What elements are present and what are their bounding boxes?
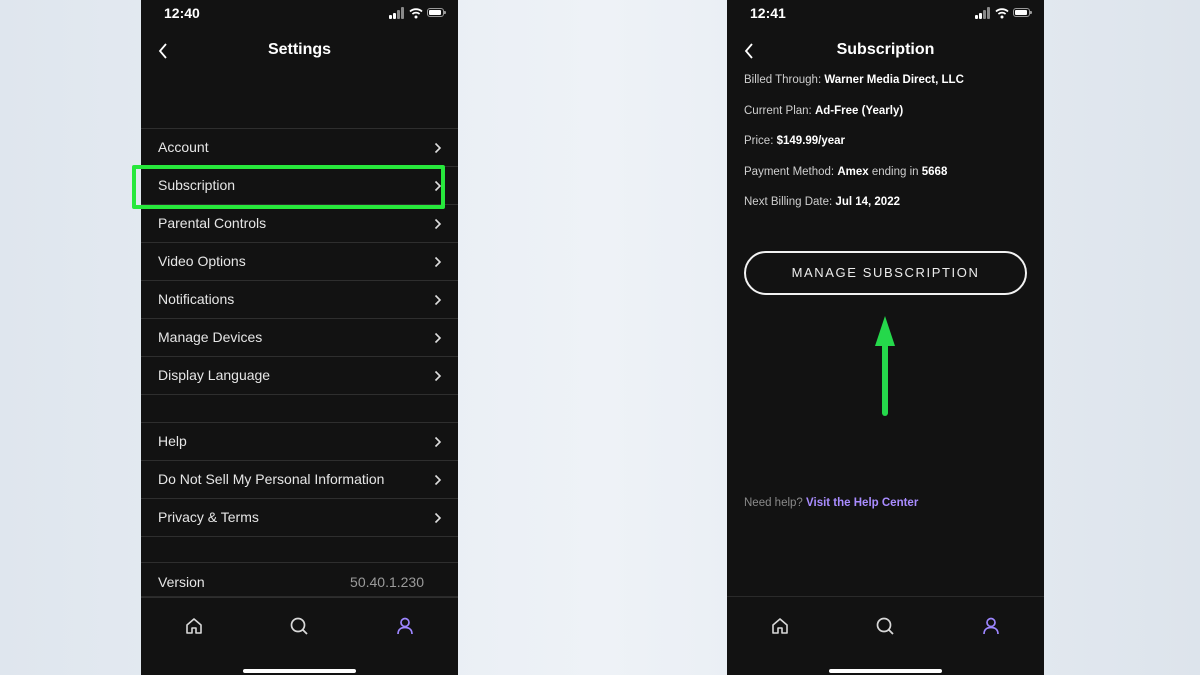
chevron-right-icon [434, 512, 442, 524]
home-indicator [829, 669, 942, 673]
search-icon [290, 617, 308, 635]
chevron-right-icon [434, 218, 442, 230]
menu-item-help[interactable]: Help [141, 423, 458, 461]
menu-item-label: Privacy & Terms [158, 509, 259, 525]
help-line: Need help? Visit the Help Center [744, 497, 918, 509]
billed-through-label: Billed Through: [744, 74, 822, 86]
chevron-right-icon [434, 180, 442, 192]
wifi-icon [409, 8, 423, 19]
settings-menu-secondary: Help Do Not Sell My Personal Information… [141, 422, 458, 537]
chevron-right-icon [434, 294, 442, 306]
tab-search[interactable] [874, 615, 896, 637]
wifi-icon [995, 8, 1009, 19]
price-line: Price: $149.99/year [744, 134, 1034, 165]
price-value: $149.99/year [776, 135, 846, 147]
menu-item-label: Notifications [158, 291, 235, 307]
current-plan-value: Ad-Free (Yearly) [814, 104, 904, 117]
menu-item-label: Subscription [158, 177, 236, 193]
status-bar: 12:41 [727, 0, 1044, 26]
version-value: 50.40.1.230 [350, 574, 424, 590]
tab-home[interactable] [183, 615, 205, 637]
billed-through-value: Warner Media Direct, LLC [824, 74, 964, 86]
page-title: Settings [267, 41, 332, 58]
chevron-right-icon [434, 474, 442, 486]
status-bar: 12:40 [141, 0, 458, 26]
arrow-up-annotation [875, 316, 895, 416]
tab-home[interactable] [769, 615, 791, 637]
home-icon [186, 618, 202, 634]
battery-icon [1013, 8, 1032, 17]
home-indicator [243, 669, 356, 673]
menu-item-privacy-terms[interactable]: Privacy & Terms [141, 499, 458, 537]
help-prompt: Need help? [744, 497, 803, 509]
next-billing-label: Next Billing Date: [744, 196, 833, 208]
menu-item-account[interactable]: Account [141, 129, 458, 167]
status-icons [975, 7, 1032, 19]
version-row: Version 50.40.1.230 [141, 562, 458, 598]
menu-item-label: Parental Controls [158, 215, 267, 231]
help-center-link[interactable]: Visit the Help Center [806, 497, 918, 509]
menu-item-label: Display Language [158, 367, 271, 383]
signal-icon [975, 7, 991, 19]
payment-method-line: Payment Method: Amex ending in 5668 [744, 165, 1034, 196]
signal-icon [389, 7, 405, 19]
payment-card-last4: 5668 [921, 165, 948, 178]
nav-header: Settings [141, 36, 458, 66]
tab-search[interactable] [288, 615, 310, 637]
menu-item-manage-devices[interactable]: Manage Devices [141, 319, 458, 357]
profile-icon [983, 617, 999, 635]
tab-bar [141, 596, 458, 675]
menu-item-label: Help [158, 433, 187, 449]
chevron-right-icon [434, 256, 442, 268]
settings-menu-primary: Account Subscription Parental Controls V… [141, 128, 458, 395]
current-plan-label: Current Plan: [744, 104, 812, 117]
status-time: 12:41 [750, 5, 786, 21]
menu-item-video-options[interactable]: Video Options [141, 243, 458, 281]
settings-screen: 12:40 Settings Account Subscription Pare… [141, 0, 458, 675]
status-time: 12:40 [164, 5, 200, 21]
current-plan-line: Current Plan: Ad-Free (Yearly) [744, 104, 1034, 135]
search-icon [876, 617, 894, 635]
profile-icon [397, 617, 413, 635]
menu-item-label: Video Options [158, 253, 246, 269]
home-icon [772, 618, 788, 634]
manage-subscription-button[interactable]: MANAGE SUBSCRIPTION [744, 251, 1027, 295]
menu-item-parental-controls[interactable]: Parental Controls [141, 205, 458, 243]
chevron-right-icon [434, 142, 442, 154]
chevron-right-icon [434, 332, 442, 344]
menu-item-label: Do Not Sell My Personal Information [158, 471, 385, 487]
payment-card-brand: Amex [837, 165, 869, 178]
next-billing-value: Jul 14, 2022 [835, 196, 900, 208]
subscription-screen: 12:41 Subscription Billed Through: Warne… [727, 0, 1044, 675]
page-title: Subscription [836, 41, 935, 58]
battery-icon [427, 8, 446, 17]
chevron-right-icon [434, 370, 442, 382]
chevron-right-icon [434, 436, 442, 448]
menu-item-label: Account [158, 139, 209, 155]
nav-header: Subscription [727, 36, 1044, 66]
tab-profile[interactable] [394, 615, 416, 637]
tab-bar [727, 596, 1044, 675]
subscription-details: Billed Through: Warner Media Direct, LLC… [744, 73, 1034, 226]
billed-through-line: Billed Through: Warner Media Direct, LLC [744, 73, 1034, 104]
tab-profile[interactable] [980, 615, 1002, 637]
menu-item-do-not-sell[interactable]: Do Not Sell My Personal Information [141, 461, 458, 499]
menu-item-display-language[interactable]: Display Language [141, 357, 458, 395]
version-label: Version [158, 574, 205, 590]
payment-method-label: Payment Method: [744, 165, 835, 178]
status-icons [389, 7, 446, 19]
menu-item-label: Manage Devices [158, 329, 263, 345]
next-billing-line: Next Billing Date: Jul 14, 2022 [744, 195, 1034, 226]
payment-mid-text: ending in [871, 165, 919, 178]
menu-item-notifications[interactable]: Notifications [141, 281, 458, 319]
menu-item-subscription[interactable]: Subscription [141, 167, 458, 205]
price-label: Price: [744, 135, 774, 147]
